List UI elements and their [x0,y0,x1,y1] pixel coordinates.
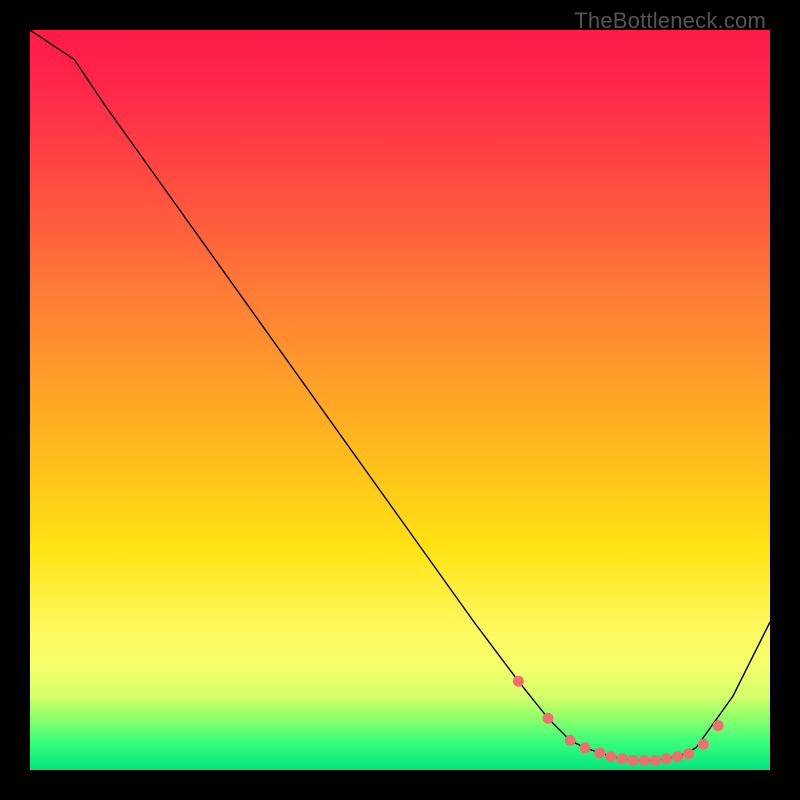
curve-markers [513,676,724,766]
curve-marker [628,755,639,766]
chart-container: TheBottleneck.com [0,0,800,800]
curve-marker [513,676,524,687]
curve-marker [661,753,672,764]
curve-marker [565,735,576,746]
curve-marker [672,751,683,762]
curve-marker [580,742,591,753]
bottleneck-curve [30,30,770,760]
curve-marker [650,755,661,766]
curve-marker [605,751,616,762]
curve-marker [639,755,650,766]
curve-marker [713,720,724,731]
line-chart-svg [30,30,770,770]
plot-area [30,30,770,770]
curve-marker [594,748,605,759]
curve-marker [683,748,694,759]
curve-marker [617,753,628,764]
curve-marker [543,713,554,724]
curve-marker [698,739,709,750]
